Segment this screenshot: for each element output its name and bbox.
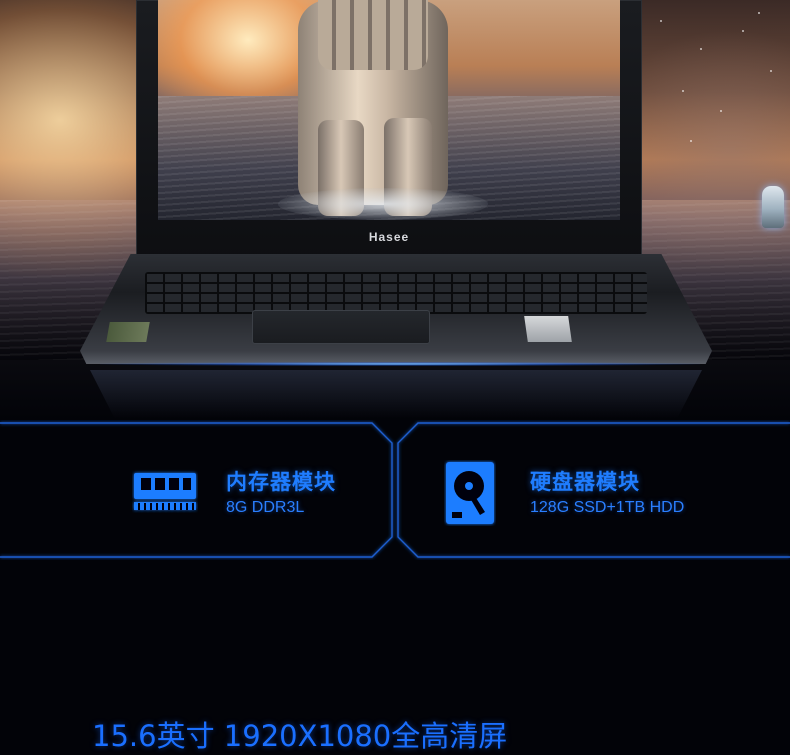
keyboard [145, 272, 647, 314]
brand-logo: Hasee [368, 230, 410, 244]
spec-frame-lines [0, 422, 790, 558]
laptop-screen [158, 0, 620, 220]
laptop-reflection [90, 370, 702, 418]
spec-memory-title: 内存器模块 [226, 471, 336, 494]
spec-memory-value: 8G DDR3L [226, 499, 305, 516]
spec-storage-value: 128G SSD+1TB HDD [530, 499, 685, 516]
astronaut-backpack [318, 0, 428, 70]
blue-glow-line [100, 362, 700, 366]
laptop-base [80, 254, 712, 364]
laptop-lid: Hasee [136, 0, 642, 262]
spec-storage-title: 硬盘器模块 [530, 471, 640, 494]
label-sticker-right [524, 316, 572, 342]
memory-module-icon [132, 467, 198, 513]
hero-banner: Hasee [0, 0, 790, 420]
label-sticker-left [106, 322, 150, 342]
touchpad [252, 310, 430, 344]
spec-panel: 内存器模块 8G DDR3L 硬盘器模块 128G SSD+1TB HDD [0, 420, 790, 560]
distant-astronaut-figure [762, 186, 784, 228]
display-headline: 15.6英寸 1920X1080全高清屏 [92, 719, 508, 753]
water-splash [278, 188, 488, 220]
hard-disk-icon [444, 460, 496, 526]
